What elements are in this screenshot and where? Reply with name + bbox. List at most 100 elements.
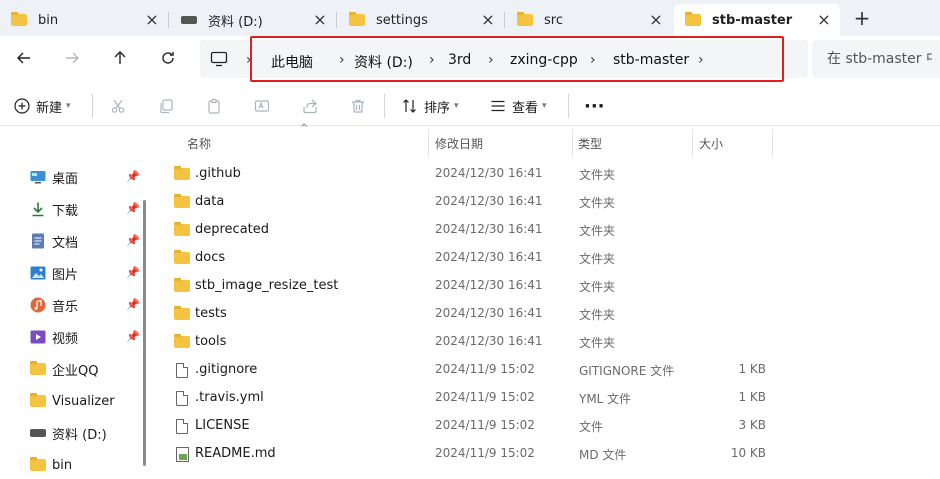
file-size: 3 KB: [738, 418, 766, 432]
command-bar: 新建 ▾ 排序 ▾ 查看 ▾ ···: [0, 86, 940, 126]
column-header-type[interactable]: 类型: [578, 135, 602, 152]
sidebar-item-label: Visualizer: [52, 393, 115, 409]
file-row[interactable]: .travis.yml 2024/11/9 15:02 YML 文件 1 KB: [164, 384, 794, 412]
sidebar-scrollbar[interactable]: [143, 200, 146, 466]
file-type: GITIGNORE 文件: [579, 364, 675, 378]
copy-button[interactable]: [158, 92, 174, 120]
markdown-file-icon: [174, 446, 190, 462]
pin-icon[interactable]: 📌: [126, 298, 140, 311]
back-button[interactable]: [12, 46, 36, 70]
sidebar-item-desktop[interactable]: 桌面 📌: [30, 163, 140, 191]
delete-button[interactable]: [350, 92, 366, 120]
file-row[interactable]: .github 2024/12/30 16:41 文件夹: [164, 160, 794, 188]
file-type: 文件夹: [579, 280, 616, 294]
file-modified: 2024/12/30 16:41: [435, 278, 543, 292]
column-header-modified[interactable]: 修改日期: [435, 135, 483, 152]
column-header-size[interactable]: 大小: [699, 135, 723, 152]
arrow-right-icon: [66, 52, 79, 64]
file-row[interactable]: .gitignore 2024/11/9 15:02 GITIGNORE 文件 …: [164, 356, 794, 384]
sidebar-item-bin[interactable]: bin: [30, 451, 140, 479]
sidebar-item-qq[interactable]: 企业QQ: [30, 355, 140, 383]
view-list-icon: [491, 100, 505, 112]
folder-icon: [174, 250, 190, 266]
column-header-name[interactable]: 名称: [187, 135, 211, 152]
cut-button[interactable]: [110, 92, 126, 120]
folder-icon: [30, 457, 46, 473]
sidebar-item-label: 企业QQ: [52, 363, 99, 379]
sidebar-item-documents[interactable]: 文档 📌: [30, 227, 140, 255]
music-icon: [30, 297, 46, 313]
pin-icon[interactable]: 📌: [126, 234, 140, 247]
file-row[interactable]: stb_image_resize_test 2024/12/30 16:41 文…: [164, 272, 794, 300]
column-divider[interactable]: [572, 129, 573, 157]
pin-icon[interactable]: 📌: [126, 202, 140, 215]
file-name: .travis.yml: [195, 390, 264, 405]
computer-icon[interactable]: [210, 51, 228, 71]
file-row[interactable]: tools 2024/12/30 16:41 文件夹: [164, 328, 794, 356]
sidebar-item-pictures[interactable]: 图片 📌: [30, 259, 140, 287]
file-icon: [174, 362, 190, 378]
sort-button[interactable]: 排序 ▾: [402, 92, 459, 120]
toolbar-divider: [568, 94, 569, 118]
new-tab-button[interactable]: +: [851, 8, 873, 30]
file-name: tools: [195, 334, 227, 349]
column-divider[interactable]: [428, 129, 429, 157]
file-row[interactable]: docs 2024/12/30 16:41 文件夹: [164, 244, 794, 272]
close-icon[interactable]: ×: [480, 12, 496, 28]
column-divider[interactable]: [772, 129, 773, 157]
column-divider[interactable]: [692, 129, 693, 157]
up-button[interactable]: [108, 46, 132, 70]
rename-icon: [254, 100, 270, 112]
more-options-button[interactable]: ···: [584, 92, 605, 120]
tab-src[interactable]: src ×: [506, 4, 672, 36]
sidebar-item-music[interactable]: 音乐 📌: [30, 291, 140, 319]
file-row[interactable]: tests 2024/12/30 16:41 文件夹: [164, 300, 794, 328]
close-icon[interactable]: ×: [144, 12, 160, 28]
folder-icon: [30, 393, 46, 409]
file-name: README.md: [195, 446, 276, 461]
search-box[interactable]: [812, 40, 940, 78]
file-row[interactable]: deprecated 2024/12/30 16:41 文件夹: [164, 216, 794, 244]
pin-icon[interactable]: 📌: [126, 266, 140, 279]
forward-button[interactable]: [60, 46, 84, 70]
sidebar-item-downloads[interactable]: 下载 📌: [30, 195, 140, 223]
close-icon[interactable]: ×: [816, 12, 832, 28]
file-row[interactable]: data 2024/12/30 16:41 文件夹: [164, 188, 794, 216]
pin-icon[interactable]: 📌: [126, 330, 140, 343]
tab-settings[interactable]: settings ×: [338, 4, 504, 36]
arrow-up-icon: [114, 51, 126, 64]
sidebar-item-label: 桌面: [52, 171, 79, 187]
file-list: ^ 名称 修改日期 类型 大小 .github 2024/12/30 16:41…: [150, 123, 940, 468]
rename-button[interactable]: [254, 92, 270, 120]
file-type: MD 文件: [579, 448, 627, 462]
close-icon[interactable]: ×: [312, 12, 328, 28]
tab-bar: bin × 资料 (D:) × settings × src × stb-mas…: [0, 0, 940, 36]
toolbar-divider: [92, 94, 93, 118]
folder-icon: [174, 222, 190, 238]
pin-icon[interactable]: 📌: [126, 170, 140, 183]
sidebar-item-visualizer[interactable]: Visualizer: [30, 387, 140, 415]
videos-icon: [30, 329, 46, 345]
file-size: 1 KB: [738, 390, 766, 404]
share-button[interactable]: [302, 92, 318, 120]
sidebar-item-drive-d[interactable]: 资料 (D:): [30, 419, 140, 447]
file-name: docs: [195, 250, 226, 265]
pictures-icon: [30, 265, 46, 281]
paste-button[interactable]: [206, 92, 222, 120]
close-icon[interactable]: ×: [648, 12, 664, 28]
new-button[interactable]: 新建 ▾: [14, 92, 71, 120]
documents-icon: [30, 233, 46, 249]
file-row[interactable]: LICENSE 2024/11/9 15:02 文件 3 KB: [164, 412, 794, 440]
file-type: 文件夹: [579, 252, 616, 266]
file-type: 文件: [579, 420, 604, 434]
tab-stb-master[interactable]: stb-master ×: [674, 4, 840, 36]
file-row[interactable]: README.md 2024/11/9 15:02 MD 文件 10 KB: [164, 440, 794, 468]
tab-bin[interactable]: bin ×: [0, 4, 168, 36]
sidebar-item-videos[interactable]: 视频 📌: [30, 323, 140, 351]
file-modified: 2024/11/9 15:02: [435, 362, 535, 376]
view-button[interactable]: 查看 ▾: [490, 92, 547, 120]
folder-icon: [516, 12, 534, 28]
tab-drive-d[interactable]: 资料 (D:) ×: [170, 4, 336, 36]
refresh-button[interactable]: [156, 46, 180, 70]
search-input[interactable]: [812, 40, 932, 78]
